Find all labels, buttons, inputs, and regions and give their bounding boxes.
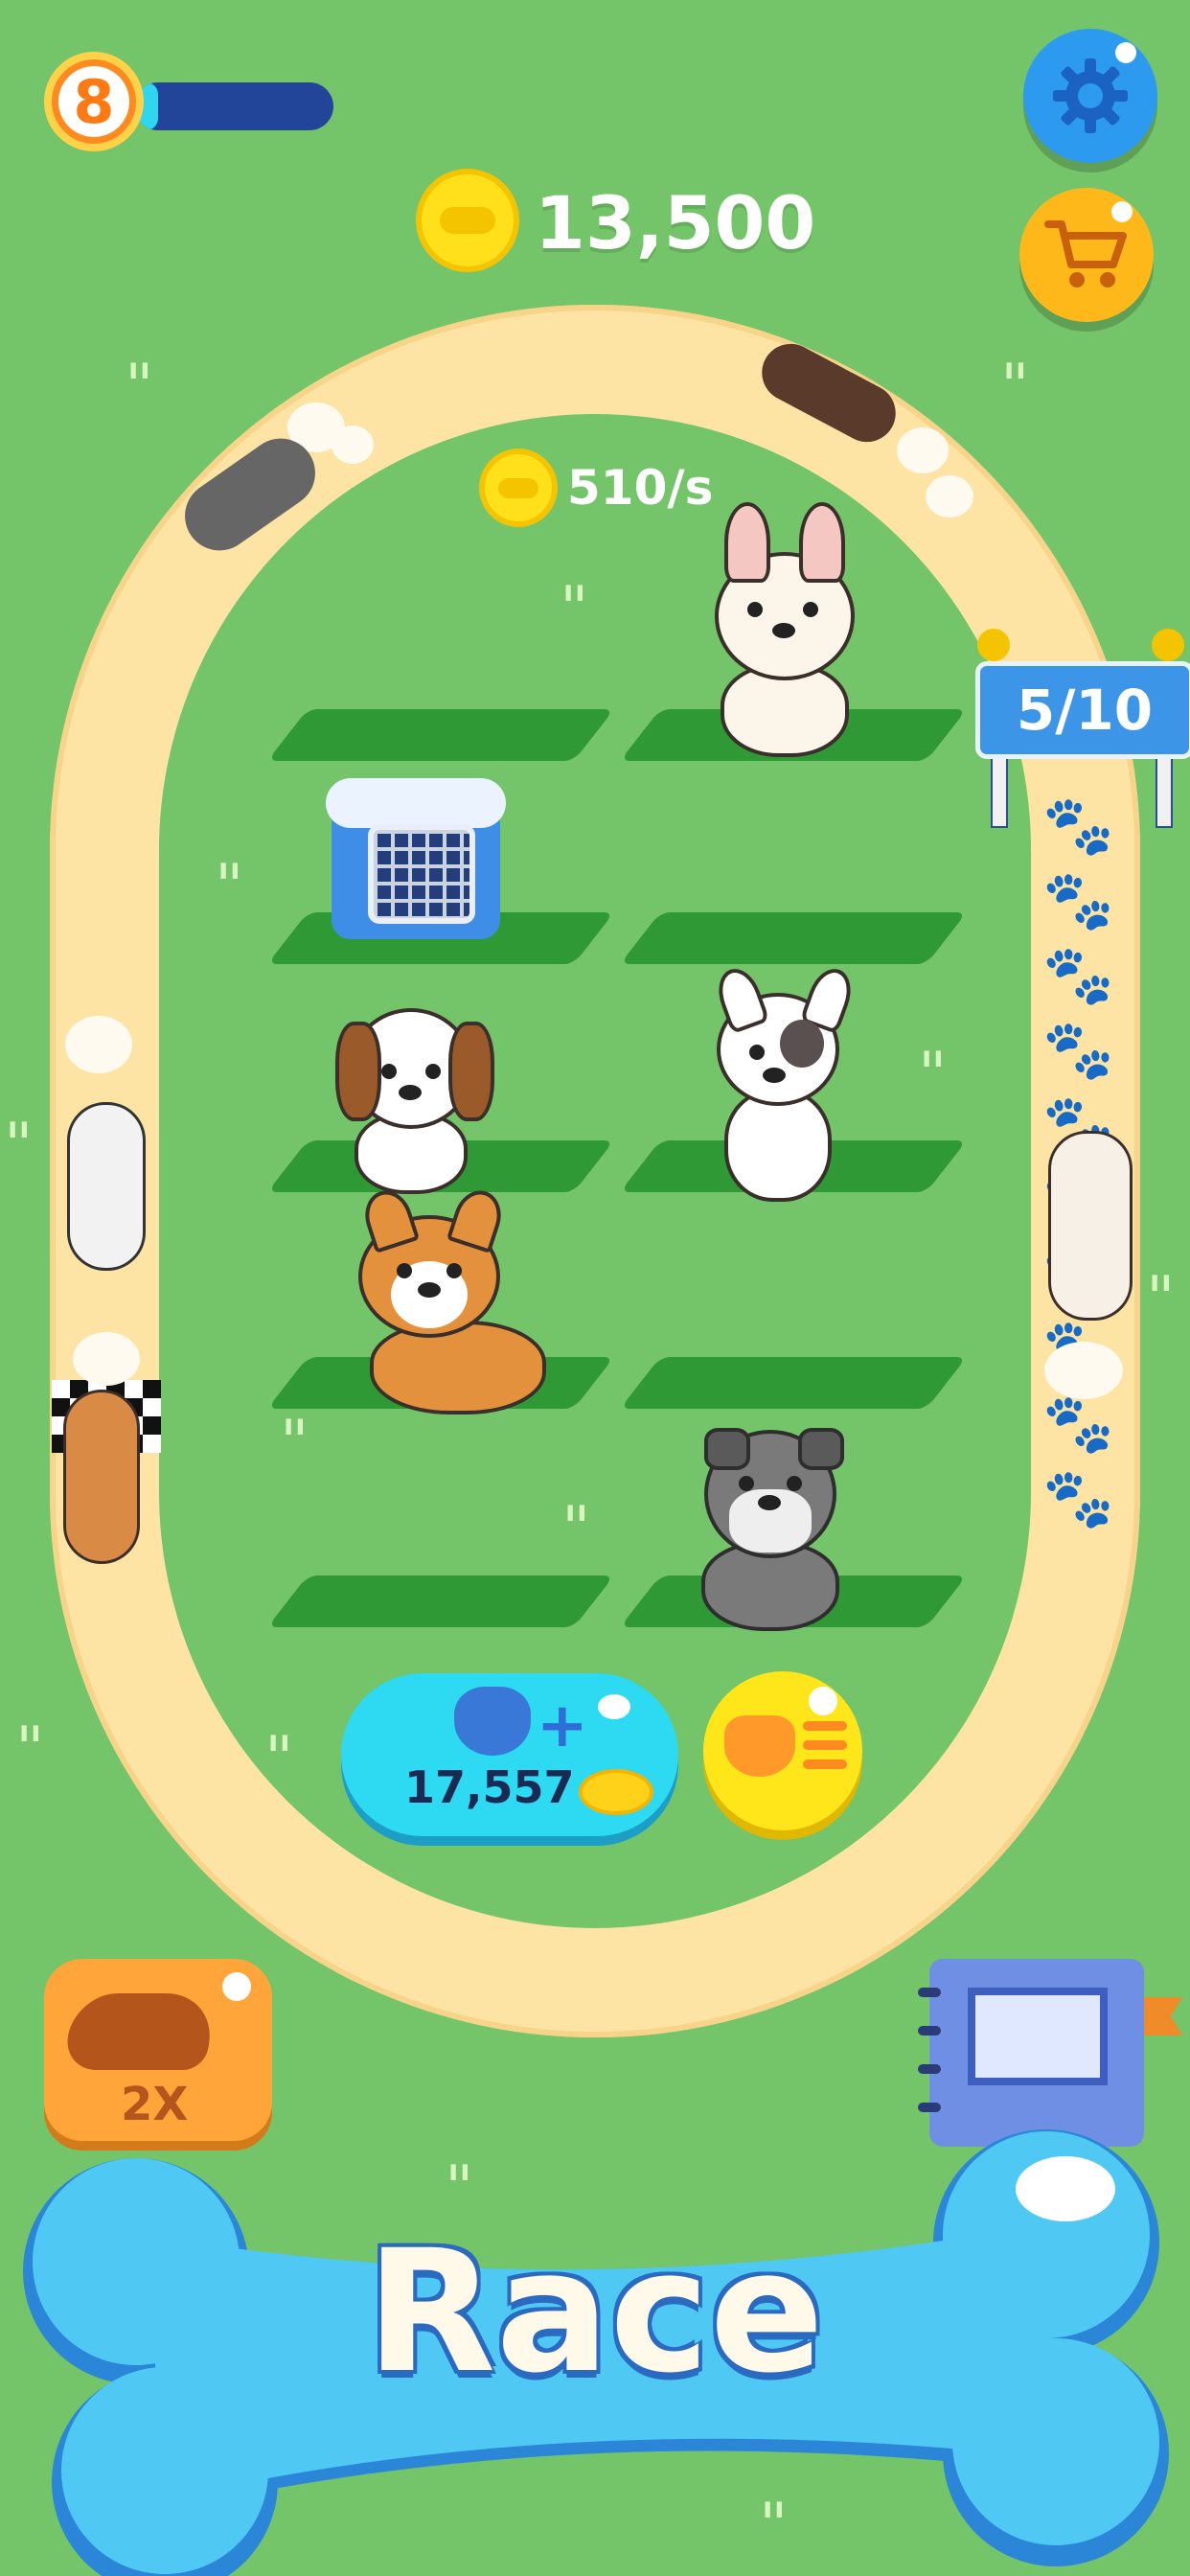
dog-slot[interactable] bbox=[266, 1576, 615, 1627]
grass-tuft: ıı bbox=[284, 1409, 308, 1442]
level-badge[interactable]: 8 bbox=[44, 52, 144, 151]
cart-icon bbox=[1044, 220, 1127, 288]
dog-list-icon bbox=[724, 1715, 795, 1777]
coin-total: 13,500 bbox=[535, 180, 816, 265]
album-icon bbox=[968, 1988, 1108, 2085]
shop-button[interactable] bbox=[1019, 188, 1154, 322]
buy-dog-price: 17,557 bbox=[404, 1761, 575, 1813]
gloss-highlight bbox=[222, 1972, 251, 2001]
running-dog-icon bbox=[58, 1993, 223, 2070]
grass-tuft: ıı bbox=[218, 853, 242, 886]
buy-dog-button[interactable]: + 17,557 bbox=[341, 1673, 678, 1836]
grass-tuft: ıı bbox=[268, 1725, 292, 1759]
dust-cloud bbox=[897, 427, 949, 473]
coin-icon bbox=[579, 1769, 653, 1815]
gear-icon bbox=[1053, 58, 1128, 133]
gloss-highlight bbox=[809, 1687, 837, 1715]
paw-print-filled-icon: 🐾 bbox=[1042, 1017, 1114, 1084]
grass-tuft: ıı bbox=[922, 1041, 946, 1074]
grass-tuft: ıı bbox=[128, 353, 152, 386]
dust-cloud bbox=[1044, 1342, 1123, 1399]
bone-coin-icon bbox=[416, 169, 519, 272]
paw-print-filled-icon: 🐾 bbox=[1042, 867, 1114, 934]
schnauzer[interactable] bbox=[701, 1428, 844, 1631]
xp-progress-bar bbox=[134, 82, 333, 130]
racing-bull-terrier bbox=[67, 1102, 146, 1271]
beagle[interactable] bbox=[335, 1008, 494, 1194]
grass-tuft: ıı bbox=[19, 1715, 43, 1749]
french-bulldog[interactable] bbox=[715, 502, 855, 757]
bookmark-flag-icon bbox=[1144, 1997, 1182, 2036]
lap-counter-sign: 5/10 bbox=[975, 661, 1190, 759]
dust-cloud bbox=[65, 1016, 132, 1073]
settings-button[interactable] bbox=[1023, 29, 1157, 163]
race-button-label: Race bbox=[366, 2214, 824, 2410]
dog-slot[interactable] bbox=[619, 1357, 968, 1409]
grass-tuft: ıı bbox=[565, 1495, 589, 1529]
gloss-highlight bbox=[1115, 42, 1136, 63]
dog-list-button[interactable] bbox=[703, 1671, 862, 1830]
grass-tuft: ıı bbox=[1004, 353, 1028, 386]
racing-french-bulldog bbox=[1048, 1131, 1133, 1321]
corgi[interactable] bbox=[312, 1184, 546, 1414]
dog-kennel-crate[interactable] bbox=[326, 778, 506, 939]
bull-terrier[interactable] bbox=[711, 962, 858, 1202]
dog-slot[interactable] bbox=[266, 709, 615, 761]
dog-album-button[interactable] bbox=[918, 1959, 1182, 2147]
dust-cloud bbox=[926, 475, 973, 518]
paw-print-filled-icon: 🐾 bbox=[1042, 942, 1114, 1009]
plus-icon: + bbox=[537, 1690, 588, 1761]
sign-pole-top bbox=[977, 629, 1010, 661]
paw-print-empty-icon: 🐾 bbox=[1041, 1463, 1116, 1534]
dust-cloud bbox=[332, 426, 374, 464]
dog-slot[interactable] bbox=[619, 912, 968, 964]
paw-print-empty-icon: 🐾 bbox=[1041, 1389, 1116, 1460]
level-number: 8 bbox=[58, 66, 129, 137]
grass-tuft: ıı bbox=[563, 575, 587, 609]
dog-plus-icon bbox=[454, 1687, 531, 1756]
racing-corgi bbox=[63, 1390, 140, 1564]
list-lines-icon bbox=[803, 1721, 847, 1779]
coin-rate: 510/s bbox=[567, 460, 714, 516]
gloss-highlight bbox=[1111, 201, 1133, 222]
gloss-highlight bbox=[598, 1694, 630, 1719]
speed-boost-label: 2X bbox=[121, 2078, 189, 2131]
paw-print-filled-icon: 🐾 bbox=[1042, 793, 1114, 860]
speed-boost-button[interactable]: 2X bbox=[44, 1959, 272, 2141]
grass-tuft: ıı bbox=[8, 1112, 32, 1145]
dust-cloud bbox=[73, 1332, 140, 1386]
bone-coin-icon bbox=[479, 448, 558, 527]
sign-pole-top bbox=[1152, 629, 1184, 661]
grass-tuft: ıı bbox=[1150, 1265, 1174, 1299]
